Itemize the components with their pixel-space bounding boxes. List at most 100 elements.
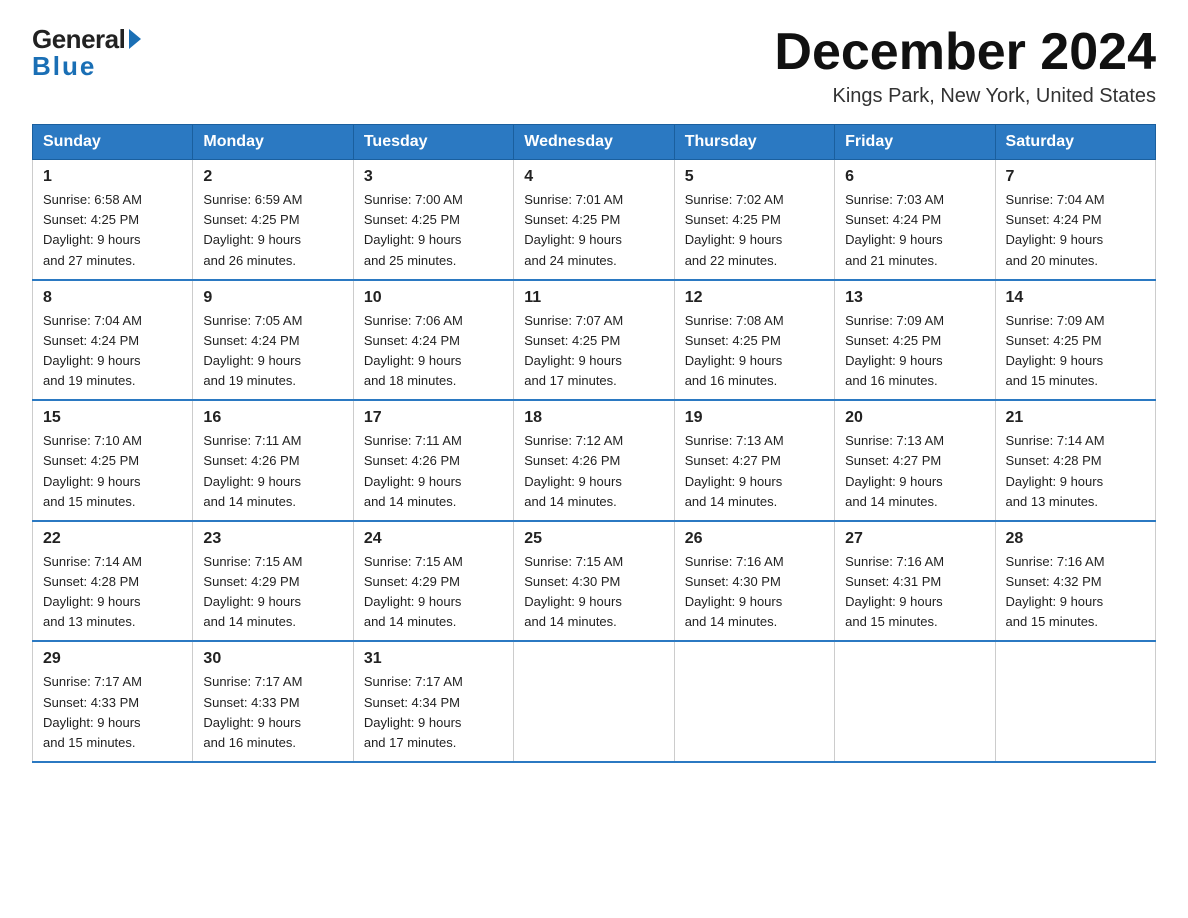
calendar-cell: 26 Sunrise: 7:16 AMSunset: 4:30 PMDaylig… xyxy=(674,521,834,642)
day-info: Sunrise: 7:02 AMSunset: 4:25 PMDaylight:… xyxy=(685,192,784,267)
calendar-cell: 9 Sunrise: 7:05 AMSunset: 4:24 PMDayligh… xyxy=(193,280,353,401)
calendar-cell: 16 Sunrise: 7:11 AMSunset: 4:26 PMDaylig… xyxy=(193,400,353,521)
day-number: 9 xyxy=(203,289,342,307)
day-number: 27 xyxy=(845,530,984,548)
day-info: Sunrise: 7:16 AMSunset: 4:32 PMDaylight:… xyxy=(1006,554,1105,629)
day-info: Sunrise: 7:05 AMSunset: 4:24 PMDaylight:… xyxy=(203,313,302,388)
calendar-cell: 13 Sunrise: 7:09 AMSunset: 4:25 PMDaylig… xyxy=(835,280,995,401)
day-number: 16 xyxy=(203,409,342,427)
day-number: 20 xyxy=(845,409,984,427)
day-info: Sunrise: 7:07 AMSunset: 4:25 PMDaylight:… xyxy=(524,313,623,388)
day-number: 25 xyxy=(524,530,663,548)
calendar-cell: 20 Sunrise: 7:13 AMSunset: 4:27 PMDaylig… xyxy=(835,400,995,521)
header-tuesday: Tuesday xyxy=(353,125,513,160)
calendar-cell xyxy=(835,641,995,762)
logo-triangle-icon xyxy=(129,29,141,49)
day-info: Sunrise: 6:59 AMSunset: 4:25 PMDaylight:… xyxy=(203,192,302,267)
calendar-cell: 17 Sunrise: 7:11 AMSunset: 4:26 PMDaylig… xyxy=(353,400,513,521)
calendar-cell: 10 Sunrise: 7:06 AMSunset: 4:24 PMDaylig… xyxy=(353,280,513,401)
calendar-week-row: 1 Sunrise: 6:58 AMSunset: 4:25 PMDayligh… xyxy=(33,160,1156,280)
calendar-cell: 14 Sunrise: 7:09 AMSunset: 4:25 PMDaylig… xyxy=(995,280,1155,401)
day-number: 4 xyxy=(524,168,663,186)
day-number: 14 xyxy=(1006,289,1145,307)
calendar-cell: 6 Sunrise: 7:03 AMSunset: 4:24 PMDayligh… xyxy=(835,160,995,280)
day-number: 28 xyxy=(1006,530,1145,548)
day-number: 5 xyxy=(685,168,824,186)
calendar-cell: 5 Sunrise: 7:02 AMSunset: 4:25 PMDayligh… xyxy=(674,160,834,280)
day-number: 2 xyxy=(203,168,342,186)
calendar-cell: 23 Sunrise: 7:15 AMSunset: 4:29 PMDaylig… xyxy=(193,521,353,642)
day-info: Sunrise: 7:09 AMSunset: 4:25 PMDaylight:… xyxy=(1006,313,1105,388)
day-info: Sunrise: 7:14 AMSunset: 4:28 PMDaylight:… xyxy=(43,554,142,629)
calendar-cell: 29 Sunrise: 7:17 AMSunset: 4:33 PMDaylig… xyxy=(33,641,193,762)
day-info: Sunrise: 7:04 AMSunset: 4:24 PMDaylight:… xyxy=(43,313,142,388)
day-number: 24 xyxy=(364,530,503,548)
calendar-cell: 4 Sunrise: 7:01 AMSunset: 4:25 PMDayligh… xyxy=(514,160,674,280)
calendar-cell: 11 Sunrise: 7:07 AMSunset: 4:25 PMDaylig… xyxy=(514,280,674,401)
day-info: Sunrise: 7:08 AMSunset: 4:25 PMDaylight:… xyxy=(685,313,784,388)
title-section: December 2024 Kings Park, New York, Unit… xyxy=(774,24,1156,108)
day-info: Sunrise: 7:06 AMSunset: 4:24 PMDaylight:… xyxy=(364,313,463,388)
day-number: 18 xyxy=(524,409,663,427)
day-info: Sunrise: 7:17 AMSunset: 4:33 PMDaylight:… xyxy=(43,674,142,749)
day-number: 19 xyxy=(685,409,824,427)
day-number: 10 xyxy=(364,289,503,307)
day-info: Sunrise: 7:09 AMSunset: 4:25 PMDaylight:… xyxy=(845,313,944,388)
calendar-cell: 3 Sunrise: 7:00 AMSunset: 4:25 PMDayligh… xyxy=(353,160,513,280)
location-label: Kings Park, New York, United States xyxy=(774,85,1156,108)
calendar-cell: 8 Sunrise: 7:04 AMSunset: 4:24 PMDayligh… xyxy=(33,280,193,401)
day-info: Sunrise: 7:10 AMSunset: 4:25 PMDaylight:… xyxy=(43,433,142,508)
calendar-cell xyxy=(995,641,1155,762)
day-number: 3 xyxy=(364,168,503,186)
calendar-cell xyxy=(514,641,674,762)
calendar-cell xyxy=(674,641,834,762)
day-info: Sunrise: 7:17 AMSunset: 4:33 PMDaylight:… xyxy=(203,674,302,749)
header-saturday: Saturday xyxy=(995,125,1155,160)
day-number: 15 xyxy=(43,409,182,427)
calendar-cell: 30 Sunrise: 7:17 AMSunset: 4:33 PMDaylig… xyxy=(193,641,353,762)
day-info: Sunrise: 7:15 AMSunset: 4:29 PMDaylight:… xyxy=(203,554,302,629)
header-thursday: Thursday xyxy=(674,125,834,160)
day-info: Sunrise: 7:13 AMSunset: 4:27 PMDaylight:… xyxy=(685,433,784,508)
day-number: 6 xyxy=(845,168,984,186)
day-info: Sunrise: 6:58 AMSunset: 4:25 PMDaylight:… xyxy=(43,192,142,267)
day-info: Sunrise: 7:12 AMSunset: 4:26 PMDaylight:… xyxy=(524,433,623,508)
day-number: 11 xyxy=(524,289,663,307)
calendar-week-row: 8 Sunrise: 7:04 AMSunset: 4:24 PMDayligh… xyxy=(33,280,1156,401)
day-number: 21 xyxy=(1006,409,1145,427)
day-number: 29 xyxy=(43,650,182,668)
day-number: 7 xyxy=(1006,168,1145,186)
header-friday: Friday xyxy=(835,125,995,160)
day-info: Sunrise: 7:16 AMSunset: 4:30 PMDaylight:… xyxy=(685,554,784,629)
day-number: 26 xyxy=(685,530,824,548)
day-info: Sunrise: 7:11 AMSunset: 4:26 PMDaylight:… xyxy=(364,433,462,508)
logo: General Blue xyxy=(32,24,141,82)
calendar-cell: 25 Sunrise: 7:15 AMSunset: 4:30 PMDaylig… xyxy=(514,521,674,642)
calendar-cell: 12 Sunrise: 7:08 AMSunset: 4:25 PMDaylig… xyxy=(674,280,834,401)
day-info: Sunrise: 7:15 AMSunset: 4:29 PMDaylight:… xyxy=(364,554,463,629)
calendar-cell: 2 Sunrise: 6:59 AMSunset: 4:25 PMDayligh… xyxy=(193,160,353,280)
day-info: Sunrise: 7:15 AMSunset: 4:30 PMDaylight:… xyxy=(524,554,623,629)
day-info: Sunrise: 7:00 AMSunset: 4:25 PMDaylight:… xyxy=(364,192,463,267)
day-number: 1 xyxy=(43,168,182,186)
calendar-cell: 22 Sunrise: 7:14 AMSunset: 4:28 PMDaylig… xyxy=(33,521,193,642)
calendar-cell: 24 Sunrise: 7:15 AMSunset: 4:29 PMDaylig… xyxy=(353,521,513,642)
page-header: General Blue December 2024 Kings Park, N… xyxy=(32,24,1156,108)
calendar-table: SundayMondayTuesdayWednesdayThursdayFrid… xyxy=(32,124,1156,763)
day-number: 23 xyxy=(203,530,342,548)
day-info: Sunrise: 7:13 AMSunset: 4:27 PMDaylight:… xyxy=(845,433,944,508)
day-info: Sunrise: 7:03 AMSunset: 4:24 PMDaylight:… xyxy=(845,192,944,267)
day-number: 30 xyxy=(203,650,342,668)
month-title: December 2024 xyxy=(774,24,1156,81)
day-info: Sunrise: 7:16 AMSunset: 4:31 PMDaylight:… xyxy=(845,554,944,629)
day-number: 8 xyxy=(43,289,182,307)
day-number: 13 xyxy=(845,289,984,307)
calendar-cell: 1 Sunrise: 6:58 AMSunset: 4:25 PMDayligh… xyxy=(33,160,193,280)
calendar-cell: 21 Sunrise: 7:14 AMSunset: 4:28 PMDaylig… xyxy=(995,400,1155,521)
header-monday: Monday xyxy=(193,125,353,160)
day-number: 12 xyxy=(685,289,824,307)
calendar-cell: 27 Sunrise: 7:16 AMSunset: 4:31 PMDaylig… xyxy=(835,521,995,642)
day-number: 31 xyxy=(364,650,503,668)
day-info: Sunrise: 7:04 AMSunset: 4:24 PMDaylight:… xyxy=(1006,192,1105,267)
calendar-cell: 15 Sunrise: 7:10 AMSunset: 4:25 PMDaylig… xyxy=(33,400,193,521)
